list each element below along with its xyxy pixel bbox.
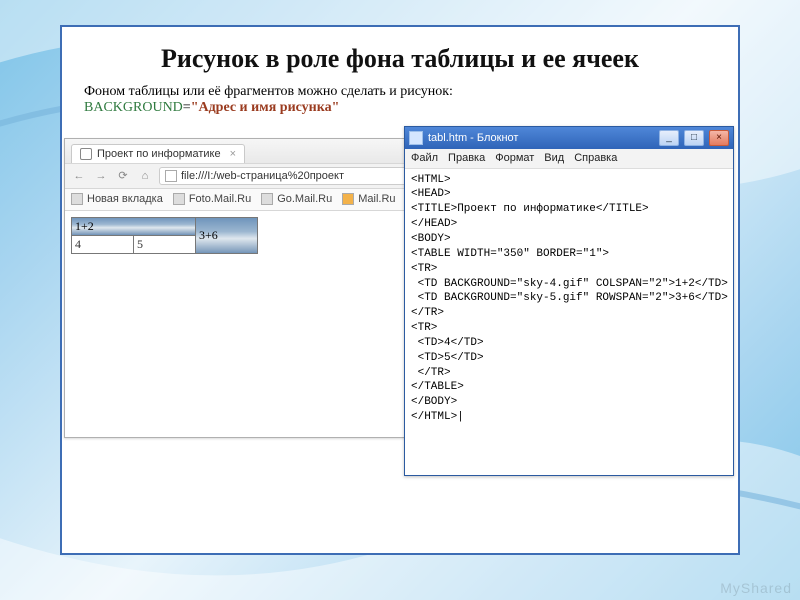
notepad-titlebar[interactable]: tabl.htm - Блокнот _ □ ×	[405, 127, 733, 149]
browser-tab[interactable]: Проект по информатике ×	[71, 144, 245, 163]
apps-area: Проект по информатике × ← → ⟳ ⌂ file:///…	[84, 128, 716, 488]
menu-format[interactable]: Формат	[495, 152, 534, 164]
equals-sign: =	[183, 100, 191, 115]
favicon-icon	[80, 148, 92, 160]
tab-title: Проект по информатике	[97, 148, 221, 160]
reload-icon[interactable]: ⟳	[115, 168, 131, 184]
notepad-window: tabl.htm - Блокнот _ □ × Файл Правка Фор…	[404, 126, 734, 476]
bookmark-icon	[342, 193, 354, 205]
keyword-background: BACKGROUND	[84, 100, 183, 115]
page-icon	[165, 170, 177, 182]
bookmark-label: Mail.Ru	[358, 193, 395, 205]
forward-icon[interactable]: →	[93, 168, 109, 184]
cell-4: 4	[72, 235, 134, 253]
notepad-menubar: Файл Правка Формат Вид Справка	[405, 149, 733, 169]
minimize-button[interactable]: _	[659, 130, 679, 146]
notepad-title-text: tabl.htm - Блокнот	[428, 132, 518, 144]
bookmarks-bar: Новая вкладка Foto.Mail.Ru Go.Mail.Ru Ma…	[65, 189, 428, 211]
url-text: file:///I:/web-страница%20проект	[181, 170, 344, 182]
menu-edit[interactable]: Правка	[448, 152, 485, 164]
bookmark-icon	[261, 193, 273, 205]
bookmark-label: Новая вкладка	[87, 193, 163, 205]
bookmark-icon	[71, 193, 83, 205]
browser-tabbar: Проект по информатике ×	[65, 139, 428, 163]
menu-view[interactable]: Вид	[544, 152, 564, 164]
cell-1-2: 1+2	[72, 217, 196, 235]
bookmark-item[interactable]: Mail.Ru	[342, 193, 395, 205]
home-icon[interactable]: ⌂	[137, 168, 153, 184]
browser-viewport: 1+2 3+6 4 5	[65, 211, 428, 260]
bookmark-item[interactable]: Go.Mail.Ru	[261, 193, 332, 205]
browser-toolbar: ← → ⟳ ⌂ file:///I:/web-страница%20проект	[65, 163, 428, 189]
slide-title: Рисунок в роле фона таблицы и ее ячеек	[84, 45, 716, 74]
bookmark-label: Go.Mail.Ru	[277, 193, 332, 205]
intro-paragraph: Фоном таблицы или её фрагментов можно сд…	[84, 84, 716, 116]
notepad-app-icon	[409, 131, 423, 145]
watermark: MyShared	[720, 580, 792, 596]
maximize-button[interactable]: □	[684, 130, 704, 146]
menu-file[interactable]: Файл	[411, 152, 438, 164]
slide-frame: Рисунок в роле фона таблицы и ее ячеек Ф…	[60, 25, 740, 555]
bookmark-icon	[173, 193, 185, 205]
menu-help[interactable]: Справка	[574, 152, 617, 164]
address-bar[interactable]: file:///I:/web-страница%20проект	[159, 167, 422, 185]
notepad-editor[interactable]: <HTML> <HEAD> <TITLE>Проект по информати…	[405, 169, 733, 429]
intro-text: Фоном таблицы или её фрагментов можно сд…	[84, 84, 453, 99]
demo-table: 1+2 3+6 4 5	[71, 217, 258, 254]
bookmark-item[interactable]: Foto.Mail.Ru	[173, 193, 251, 205]
tab-close-icon[interactable]: ×	[230, 148, 236, 160]
back-icon[interactable]: ←	[71, 168, 87, 184]
close-button[interactable]: ×	[709, 130, 729, 146]
bookmark-item[interactable]: Новая вкладка	[71, 193, 163, 205]
cell-5: 5	[134, 235, 196, 253]
cell-3-6: 3+6	[196, 217, 258, 253]
browser-window: Проект по информатике × ← → ⟳ ⌂ file:///…	[64, 138, 429, 438]
keyword-value: "Адрес и имя рисунка"	[191, 100, 340, 115]
bookmark-label: Foto.Mail.Ru	[189, 193, 251, 205]
